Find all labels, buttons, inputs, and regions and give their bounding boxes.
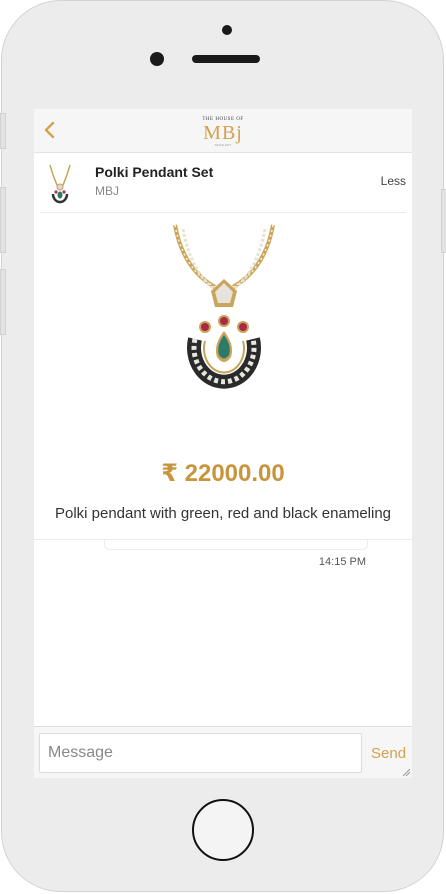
- brand-logo: THE HOUSE OF MBj SINCE 1977: [194, 117, 252, 151]
- message-bubble: [104, 540, 368, 550]
- phone-power-button: [441, 189, 446, 253]
- product-description: Polki pendant with green, red and black …: [54, 505, 392, 522]
- phone-volume-up-button: [0, 187, 6, 253]
- product-title: Polki Pendant Set: [95, 164, 214, 180]
- phone-side-button: [0, 113, 6, 149]
- message-input[interactable]: [39, 733, 362, 773]
- product-price: ₹ 22000.00: [161, 460, 285, 487]
- front-camera: [222, 25, 232, 35]
- phone-volume-down-button: [0, 269, 6, 335]
- message-composer: Send: [34, 726, 412, 778]
- resize-grip-icon[interactable]: [402, 768, 410, 776]
- message-timestamp: 14:15 PM: [318, 556, 366, 568]
- send-button[interactable]: Send: [371, 745, 406, 762]
- divider: [40, 212, 406, 213]
- product-summary-row: Polki Pendant Set MBJ Less: [34, 153, 412, 213]
- earpiece-speaker: [192, 55, 260, 63]
- proximity-sensor: [150, 52, 164, 66]
- logo-wordmark: MBj: [203, 122, 243, 144]
- product-vendor: MBJ: [95, 184, 119, 198]
- home-button[interactable]: [192, 799, 254, 861]
- chevron-left-icon[interactable]: [40, 119, 62, 141]
- less-toggle-button[interactable]: Less: [381, 174, 406, 188]
- app-header: THE HOUSE OF MBj SINCE 1977: [34, 109, 412, 153]
- app-screen: THE HOUSE OF MBj SINCE 1977 Polki Pendan…: [34, 109, 412, 778]
- product-thumbnail: [49, 164, 71, 204]
- product-image[interactable]: [165, 221, 283, 403]
